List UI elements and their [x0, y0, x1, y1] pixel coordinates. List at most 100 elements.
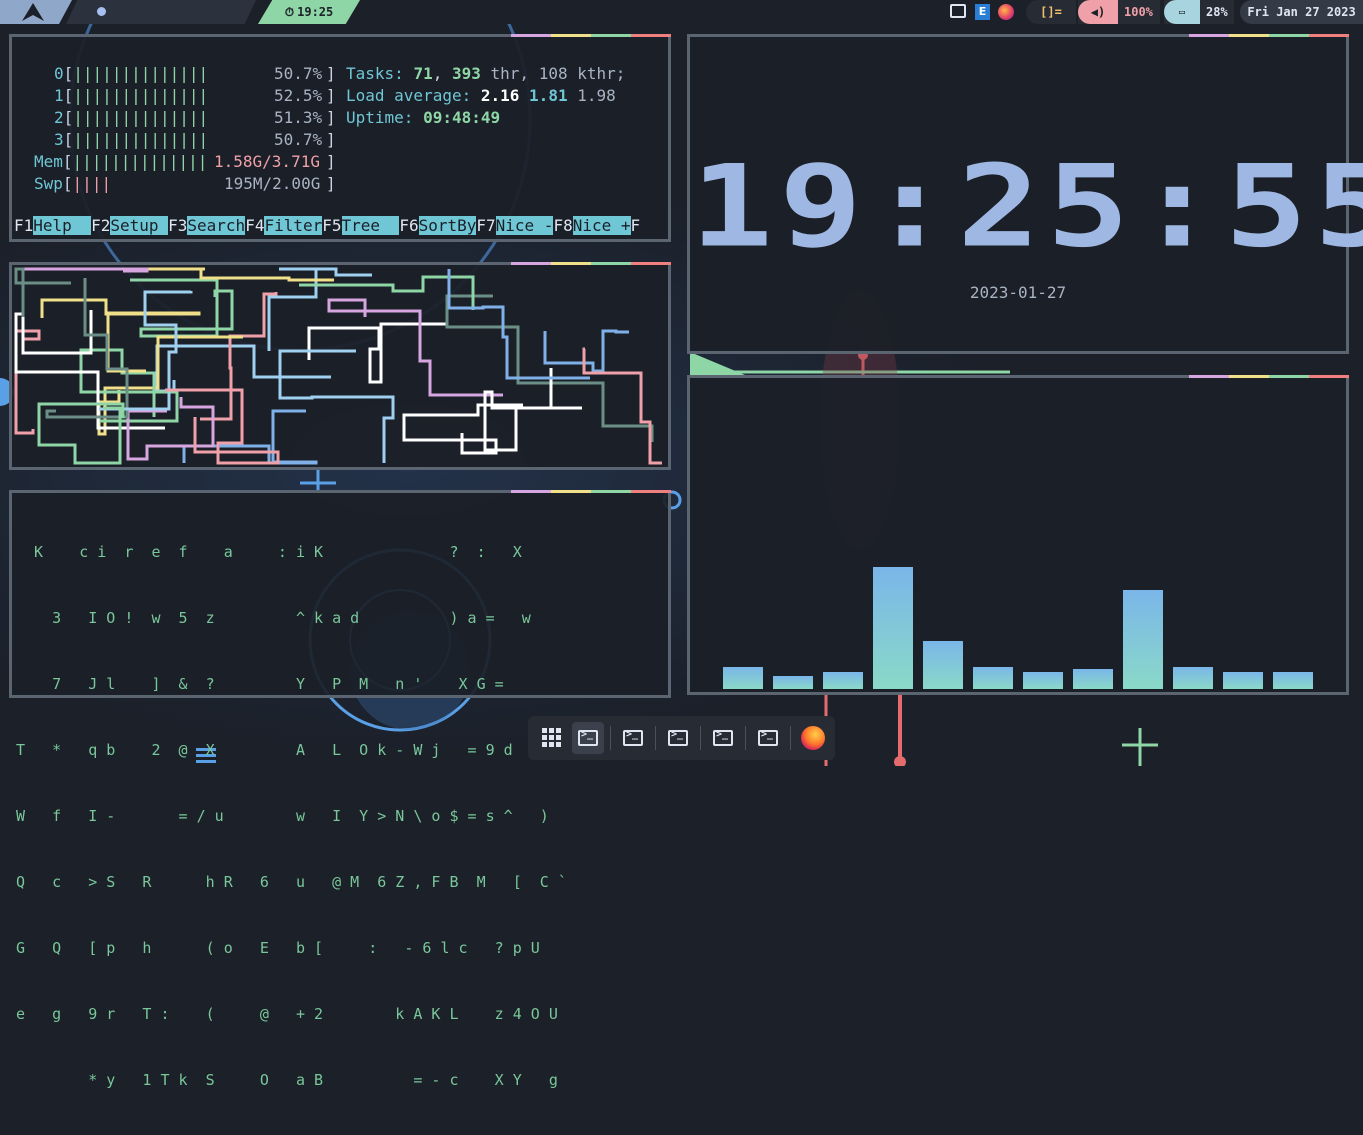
battery-widget: ▭ 28% [1164, 0, 1234, 24]
matrix-row: Q c > S R h R 6 u @ M 6 Z , F B M [ C ` [16, 873, 567, 891]
screenshot-tray-icon[interactable] [950, 4, 966, 18]
volume-widget[interactable]: ◀) 100% [1078, 0, 1160, 24]
bar-date: Fri Jan 27 2023 [1247, 5, 1356, 19]
tasks-line: Tasks: 71, 393 thr, 108 kthr; [346, 64, 626, 83]
uptime-line: Uptime: 09:48:49 [346, 108, 501, 127]
distro-logo[interactable] [0, 0, 72, 24]
dock [528, 716, 835, 760]
visualizer-bar [1273, 672, 1313, 689]
fkey-tree[interactable]: F5Tree [322, 215, 400, 237]
terminal-icon[interactable] [572, 722, 604, 754]
visualizer-bar [923, 641, 963, 689]
cpu-row: 0[|||||||||||||| 50.7%] [54, 64, 336, 83]
visualizer-bar [1173, 667, 1213, 689]
matrix-rain: K c i r e f a : i K ? : X 3 I O ! w 5 z … [16, 497, 567, 1135]
pipe-segment [37, 402, 125, 465]
editor-tray-icon[interactable]: E [975, 4, 990, 20]
load-line: Load average: 2.16 1.81 1.98 [346, 86, 616, 105]
visualizer-bar [873, 567, 913, 689]
matrix-window[interactable]: K c i r e f a : i K ? : X 3 I O ! w 5 z … [9, 490, 671, 1089]
big-clock-time: 19:25:55 [690, 140, 1363, 273]
arch-logo-icon [22, 3, 44, 21]
htop-window[interactable]: 0[|||||||||||||| 50.7%] 1[|||||||||||||| 5… [9, 34, 671, 242]
dock-separator [655, 726, 656, 750]
pipe-segment [14, 329, 41, 435]
top-bar: ⏱ 19:25 E []= ◀) 100% ▭ 28% Fri Jan 27 2… [0, 0, 1363, 24]
window-accent-stripe [511, 490, 671, 493]
layout-symbol: []= [1040, 5, 1062, 19]
systray: E [950, 4, 1018, 20]
dock-separator [610, 726, 611, 750]
terminal-icon[interactable] [707, 722, 739, 754]
speaker-icon: ◀) [1078, 0, 1118, 24]
pipes-window[interactable] [9, 262, 671, 470]
clock-window[interactable]: 19:25:55 2023-01-27 [687, 34, 1363, 354]
cpu-row: 3[|||||||||||||| 50.7%] [54, 130, 336, 149]
visualizer-bar [773, 676, 813, 689]
clock-icon: ⏱ [284, 4, 295, 19]
bar-clock: ⏱ 19:25 [258, 0, 360, 24]
pipe-segment [200, 292, 278, 421]
workspace-indicator[interactable] [66, 0, 256, 24]
dock-separator [790, 726, 791, 750]
pipe-segment [307, 322, 447, 384]
matrix-row: e g 9 r T : ( @ + 2 k A K L z 4 O U [16, 1005, 558, 1023]
fkey-setup[interactable]: F2Setup [91, 215, 169, 237]
terminal-icon[interactable] [752, 722, 784, 754]
visualizer-bar [973, 667, 1013, 689]
matrix-row: 3 I O ! w 5 z ^ k a d ) a = w [16, 609, 531, 627]
layout-indicator[interactable]: []= [1026, 0, 1076, 24]
dock-separator [745, 726, 746, 750]
visualizer-bar [823, 672, 863, 689]
pipe-segment [483, 368, 582, 452]
matrix-row: 7 J l ] & ? Y P M n ' X G = [16, 675, 504, 693]
matrix-row: K c i r e f a : i K ? : X [16, 543, 522, 561]
visualizer-bar [1123, 590, 1163, 689]
pipes-animation [14, 267, 662, 465]
pipe-segment [155, 344, 331, 393]
fkey-filter[interactable]: F4Filter [245, 215, 323, 237]
pipe-segment [582, 347, 662, 465]
htop-function-keys: F1Help F2Setup F3Search F4Filter F5Tree … [14, 215, 640, 237]
pipe-segment [278, 349, 395, 463]
cpu-row: 2[|||||||||||||| 51.3%] [54, 108, 336, 127]
audio-visualizer-window[interactable] [687, 375, 1349, 695]
battery-value: 28% [1206, 5, 1228, 19]
bar-time: 19:25 [297, 5, 334, 19]
fkey-sortby[interactable]: F6SortBy [399, 215, 477, 237]
fkey-search[interactable]: F3Search [168, 215, 246, 237]
terminal-icon[interactable] [662, 722, 694, 754]
swp-row: Swp[|||| 195M/2.00G] [34, 174, 336, 193]
pipe-segment [327, 298, 503, 397]
battery-icon: ▭ [1164, 0, 1200, 24]
visualizer-bar [1073, 669, 1113, 689]
fkey-nice-plus[interactable]: F8Nice + [553, 215, 631, 237]
fkey-nice-minus[interactable]: F7Nice - [476, 215, 554, 237]
window-accent-stripe [511, 34, 671, 37]
dock-separator [700, 726, 701, 750]
mem-row: Mem[|||||||||||||| 1.58G/3.71G] [34, 152, 336, 171]
volume-value: 100% [1124, 5, 1153, 19]
terminal-icon[interactable] [617, 722, 649, 754]
browser-tray-icon[interactable] [998, 4, 1014, 20]
window-accent-stripe [1189, 34, 1349, 37]
visualizer-bar [1023, 672, 1063, 689]
fkey-more[interactable]: F [631, 215, 641, 237]
pipe-segment [402, 403, 523, 455]
pipe-segment [147, 267, 334, 282]
apps-grid-icon[interactable] [536, 722, 568, 754]
visualizer-bar [723, 667, 763, 689]
visualizer-bars [690, 378, 1346, 692]
matrix-row: * y 1 T k S O a B = - c X Y g [16, 1071, 558, 1089]
date-widget[interactable]: Fri Jan 27 2023 [1240, 0, 1363, 24]
matrix-row: T * q b 2 @ X A L O k - W j = 9 d [16, 741, 513, 759]
pipe-segment [543, 329, 629, 373]
big-clock-date: 2023-01-27 [969, 283, 1067, 302]
cpu-row: 1[|||||||||||||| 52.5%] [54, 86, 336, 105]
firefox-icon[interactable] [797, 722, 829, 754]
matrix-row: G Q [ p h ( o E b [ : - 6 l c ? p U [16, 939, 540, 957]
fkey-help[interactable]: F1Help [14, 215, 92, 237]
visualizer-bar [1223, 672, 1263, 689]
workspace-dot[interactable] [97, 7, 106, 16]
matrix-row: W f I - = / u w I Y > N \ o $ = s ^ ) [16, 807, 549, 825]
